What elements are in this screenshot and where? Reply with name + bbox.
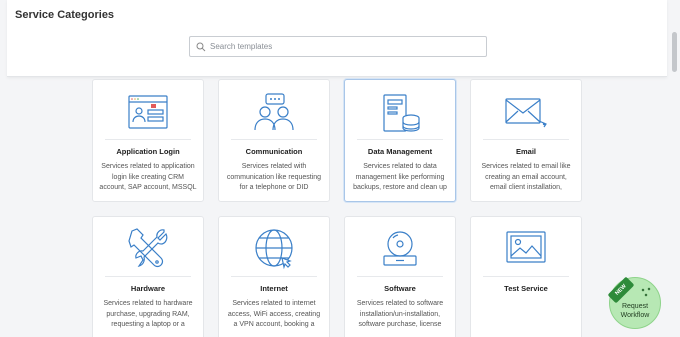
hardware-icon [128,228,168,268]
search-icon [196,42,206,51]
card-hardware[interactable]: Hardware Services related to hardware pu… [92,216,204,337]
request-workflow-button[interactable]: NEW Request Workflow [607,276,661,329]
card-internet[interactable]: Internet Services related to internet ac… [218,216,330,337]
card-email[interactable]: Email Services related to email like cre… [470,79,582,202]
card-description: Services related to email like creating … [481,163,571,191]
internet-icon [255,229,293,270]
card-title: Communication [245,147,303,156]
card-description: Services related to internet access, WiF… [227,300,321,328]
search-box[interactable] [189,36,487,57]
card-title: Data Management [367,147,433,156]
data-management-icon [383,94,420,132]
card-title: Software [384,284,416,293]
header-panel: Service Categories [7,0,667,77]
communication-icon [254,93,294,131]
app-login-icon [128,95,168,129]
card-description: Services related to application login li… [99,163,197,191]
sparkle-icon [641,287,651,297]
card-description: Services related with communication like… [226,163,322,191]
image-placeholder-icon [506,231,546,263]
card-application-login[interactable]: Application Login Services related to ap… [92,79,204,202]
card-software[interactable]: Software Services related to software in… [344,216,456,337]
card-description: Services related to software installatio… [356,300,444,328]
card-communication[interactable]: Communication Services related with comm… [218,79,330,202]
card-title: Hardware [130,284,166,293]
card-data-management[interactable]: Data Management Services related to data… [344,79,456,202]
card-description: Services related to hardware purchase, u… [103,300,193,328]
page-title: Service Categories [15,9,115,21]
fab-label-line1: Request [621,303,649,310]
search-input[interactable] [210,42,470,51]
card-title: Email [515,147,536,156]
card-title: Application Login [116,147,180,156]
software-icon [383,231,417,266]
card-test-service[interactable]: Test Service [470,216,582,337]
fab-label-line2: Workflow [620,312,650,319]
email-icon [505,98,547,128]
new-badge: NEW [607,276,635,304]
card-title: Internet [260,284,288,293]
card-title: Test Service [504,284,548,293]
card-description: Services related to data management like… [353,163,447,191]
scrollbar-thumb[interactable] [672,32,677,72]
